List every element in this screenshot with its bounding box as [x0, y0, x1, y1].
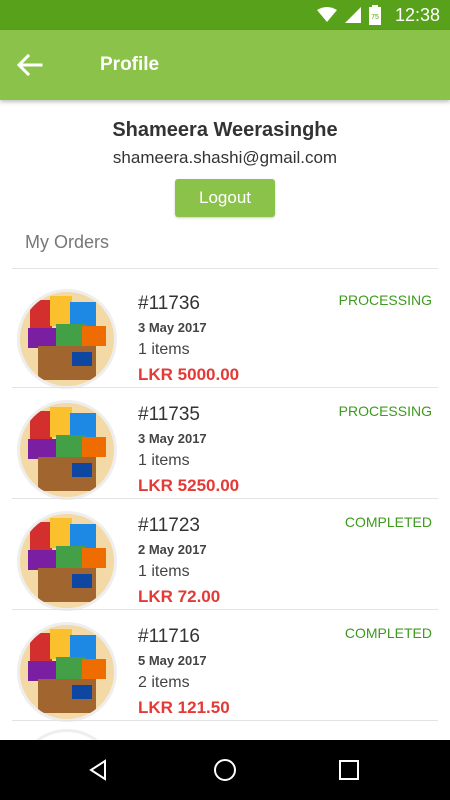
page-title: Profile — [100, 54, 160, 75]
snack-box-image — [20, 514, 114, 608]
profile-header: Shameera Weerasinghe shameera.shashi@gma… — [0, 100, 450, 217]
order-status: PROCESSING — [338, 292, 432, 308]
order-status: PROCESSING — [338, 403, 432, 419]
logout-button[interactable]: Logout — [175, 179, 275, 217]
snack-box-image — [20, 403, 114, 497]
my-orders-heading: My Orders — [25, 232, 110, 252]
order-row[interactable]: #11716 5 May 2017 2 items LKR 121.50 COMPLET… — [12, 608, 438, 722]
order-number: #11736 — [138, 293, 200, 314]
order-item-count: 1 items — [138, 452, 190, 469]
profile-email: shameera.shashi@gmail.com — [112, 148, 338, 167]
order-date: 5 May 2017 — [138, 653, 207, 668]
nav-recents-button[interactable] — [334, 755, 364, 785]
order-thumbnail — [17, 622, 117, 722]
order-total: LKR 5250.00 — [138, 476, 240, 495]
order-status: COMPLETED — [344, 514, 432, 530]
order-row[interactable]: #11735 3 May 2017 1 items LKR 5250.00 PROCES… — [12, 386, 438, 500]
status-time: 12:38 — [394, 4, 440, 25]
order-number: #11723 — [138, 515, 200, 536]
wifi-icon — [316, 7, 337, 22]
status-bar: 75 12:38 — [0, 0, 450, 30]
app-bar: Profile — [0, 30, 450, 100]
snack-box-image — [20, 292, 114, 386]
order-row[interactable]: #11723 2 May 2017 1 items LKR 72.00 COMPLETE… — [12, 497, 438, 611]
order-number: #11735 — [138, 404, 200, 425]
order-total: LKR 72.00 — [138, 587, 221, 606]
order-item-count: 2 items — [138, 674, 190, 691]
status-icons: 75 12:38 — [316, 0, 440, 30]
back-button[interactable] — [8, 43, 52, 87]
snack-box-image — [20, 625, 114, 719]
order-item-count: 1 items — [138, 563, 190, 580]
order-date: 3 May 2017 — [138, 320, 207, 335]
battery-icon: 75 — [368, 5, 381, 25]
order-total: LKR 121.50 — [138, 698, 230, 717]
order-status: COMPLETED — [344, 625, 432, 641]
nav-back-icon — [89, 759, 106, 781]
order-number: #11716 — [138, 626, 200, 647]
order-date: 3 May 2017 — [138, 431, 207, 446]
order-thumbnail — [17, 289, 117, 389]
navigation-bar — [0, 740, 450, 800]
divider — [12, 720, 438, 721]
order-total: LKR 5000.00 — [138, 365, 240, 384]
battery-level: 75 — [371, 14, 379, 21]
order-date: 2 May 2017 — [138, 542, 207, 557]
nav-back-button[interactable] — [84, 755, 114, 785]
divider — [12, 268, 438, 269]
signal-icon — [344, 7, 361, 23]
order-row[interactable]: #11736 3 May 2017 1 items LKR 5000.00 PROCES… — [12, 275, 438, 389]
nav-recents-icon — [339, 760, 359, 780]
profile-name: Shameera Weerasinghe — [112, 119, 338, 141]
order-thumbnail — [17, 400, 117, 500]
nav-home-button[interactable] — [210, 755, 240, 785]
nav-home-icon — [214, 759, 236, 781]
order-thumbnail — [17, 511, 117, 611]
arrow-left-icon — [17, 54, 43, 76]
order-item-count: 1 items — [138, 341, 190, 358]
